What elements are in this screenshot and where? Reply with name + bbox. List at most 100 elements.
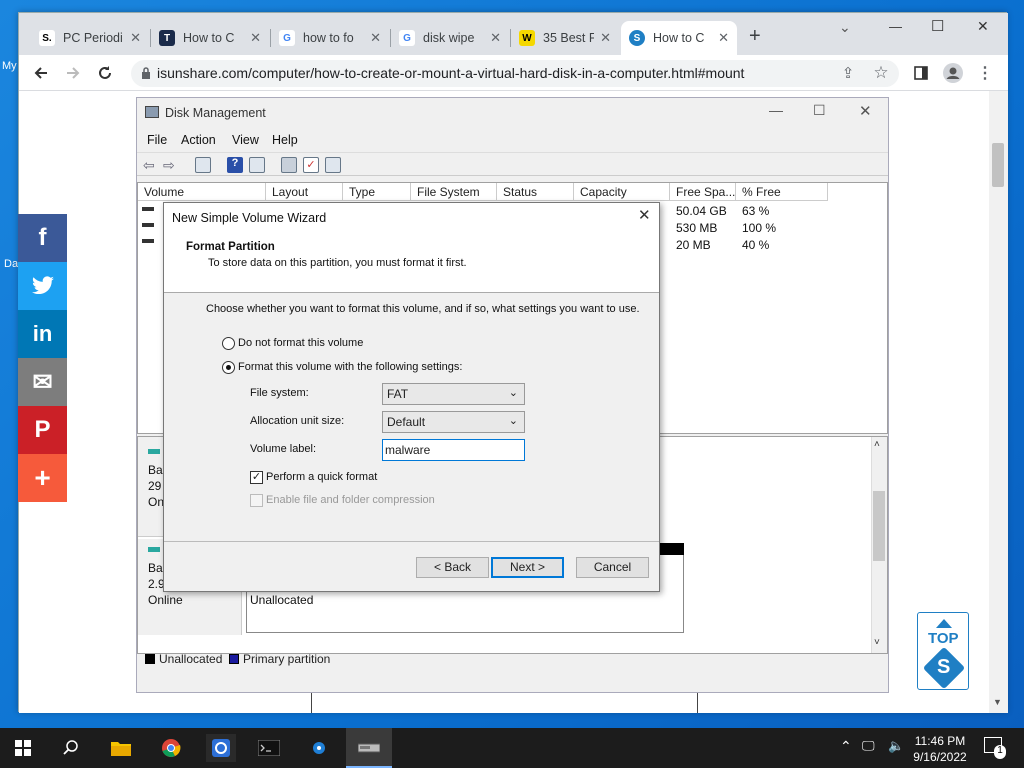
- scrollbar[interactable]: ˄ ˅: [871, 437, 887, 653]
- network-icon[interactable]: 🖵: [862, 738, 875, 754]
- start-windows-icon[interactable]: [8, 734, 38, 762]
- forward-arrow-icon[interactable]: [61, 61, 85, 85]
- cancel-button[interactable]: Cancel: [576, 557, 649, 578]
- email-share-button[interactable]: ✉: [18, 358, 67, 406]
- maximize-button[interactable]: ☐: [813, 102, 826, 119]
- close-window-button[interactable]: ✕: [977, 18, 989, 35]
- close-icon[interactable]: ✕: [490, 30, 501, 46]
- browser-tab[interactable]: S. PC Periodi ✕: [31, 21, 149, 55]
- close-icon[interactable]: ✕: [250, 30, 261, 46]
- minimize-button[interactable]: —: [769, 102, 783, 118]
- back-button[interactable]: < Back: [416, 557, 489, 578]
- unallocated-swatch: [145, 654, 155, 664]
- radio-label[interactable]: Format this volume with the following se…: [238, 361, 462, 373]
- browser-tab[interactable]: G disk wipe ✕: [391, 21, 509, 55]
- close-icon[interactable]: ✕: [130, 30, 141, 46]
- next-button[interactable]: Next >: [491, 557, 564, 578]
- reload-icon[interactable]: [93, 61, 117, 85]
- radio-do-not-format[interactable]: [222, 337, 235, 350]
- allocation-unit-select[interactable]: Default ⌄: [382, 411, 525, 433]
- pinterest-share-button[interactable]: P: [18, 406, 67, 454]
- close-icon[interactable]: ✕: [600, 30, 611, 46]
- column-header[interactable]: Volume: [138, 183, 266, 201]
- menu-kebab-icon[interactable]: ⋮: [973, 61, 997, 85]
- scroll-down-icon[interactable]: ▼: [993, 697, 1002, 707]
- app-icon[interactable]: [206, 734, 236, 762]
- column-header[interactable]: % Free: [736, 183, 828, 201]
- quick-format-checkbox[interactable]: ✓: [250, 471, 263, 484]
- column-header[interactable]: Free Spa...: [670, 183, 736, 201]
- back-arrow-icon[interactable]: [29, 61, 53, 85]
- volume-label-input[interactable]: malware: [382, 439, 525, 461]
- back-arrow-icon[interactable]: ⇦: [143, 157, 159, 173]
- compression-checkbox[interactable]: [250, 494, 263, 507]
- radio-format-volume[interactable]: [222, 361, 235, 374]
- table-cell: 100 %: [742, 221, 777, 235]
- facebook-share-button[interactable]: f: [18, 214, 67, 262]
- browser-tab[interactable]: W 35 Best Fr ✕: [511, 21, 619, 55]
- menu-view[interactable]: View: [232, 133, 259, 147]
- twitter-share-button[interactable]: t: [18, 262, 67, 310]
- url-text[interactable]: isunshare.com/computer/how-to-create-or-…: [157, 65, 744, 81]
- file-explorer-icon[interactable]: [106, 734, 136, 762]
- side-panel-icon[interactable]: [909, 61, 933, 85]
- file-system-select[interactable]: FAT ⌄: [382, 383, 525, 405]
- terminal-icon[interactable]: [254, 734, 284, 762]
- linkedin-share-button[interactable]: in: [18, 310, 67, 358]
- properties-icon[interactable]: [195, 157, 211, 173]
- checkbox-label[interactable]: Perform a quick format: [266, 471, 377, 483]
- disk-management-taskbar-icon[interactable]: [346, 728, 392, 768]
- clock-date[interactable]: 9/16/2022: [912, 750, 968, 764]
- search-icon[interactable]: [56, 734, 86, 762]
- browser-tab[interactable]: G how to fo ✕: [271, 21, 389, 55]
- tab-title: 35 Best Fr: [543, 31, 595, 45]
- list-icon[interactable]: [325, 157, 341, 173]
- more-share-button[interactable]: +: [18, 454, 67, 502]
- minimize-button[interactable]: —: [889, 19, 902, 34]
- chevron-up-icon[interactable]: ⌃: [840, 738, 852, 755]
- scroll-down-icon[interactable]: ˅: [874, 637, 880, 648]
- column-header[interactable]: Capacity: [574, 183, 670, 201]
- close-button[interactable]: ✕: [859, 102, 872, 120]
- menu-help[interactable]: Help: [272, 133, 298, 147]
- legend-label: Primary partition: [243, 652, 331, 666]
- instruction-text: Choose whether you want to format this v…: [206, 303, 640, 315]
- checkbox-label[interactable]: Enable file and folder compression: [266, 494, 435, 506]
- column-header[interactable]: File System: [411, 183, 497, 201]
- chrome-icon[interactable]: [156, 734, 186, 762]
- pinterest-icon: P: [34, 416, 51, 443]
- column-header[interactable]: Type: [343, 183, 411, 201]
- column-header[interactable]: Status: [497, 183, 574, 201]
- checkmark-icon[interactable]: ✓: [303, 157, 319, 173]
- volume-icon[interactable]: 🔈: [888, 738, 904, 754]
- disk-icon: [148, 449, 160, 454]
- browser-tab[interactable]: T How to C ✕: [151, 21, 269, 55]
- close-icon[interactable]: ✕: [638, 206, 651, 224]
- radio-label[interactable]: Do not format this volume: [238, 337, 363, 349]
- scroll-up-icon[interactable]: ˄: [874, 439, 880, 450]
- lock-icon[interactable]: [141, 67, 151, 79]
- menu-file[interactable]: File: [147, 133, 167, 147]
- clock-time[interactable]: 11:46 PM: [912, 734, 968, 748]
- forward-arrow-icon[interactable]: ⇨: [163, 157, 179, 173]
- help-icon[interactable]: ?: [227, 157, 243, 173]
- new-tab-button[interactable]: +: [749, 25, 761, 48]
- share-icon[interactable]: ⇪: [836, 61, 860, 85]
- scroll-thumb[interactable]: [873, 491, 885, 561]
- close-icon[interactable]: ✕: [718, 30, 729, 46]
- settings-app-icon[interactable]: [304, 734, 334, 762]
- column-header[interactable]: Layout: [266, 183, 343, 201]
- table-cell: 530 MB: [676, 221, 718, 235]
- bookmark-star-icon[interactable]: ☆: [869, 61, 893, 85]
- maximize-button[interactable]: ☐: [931, 17, 944, 35]
- back-to-top-button[interactable]: TOP S: [917, 612, 969, 690]
- view-icon[interactable]: [249, 157, 265, 173]
- browser-tab-active[interactable]: S How to C ✕: [621, 21, 737, 55]
- menu-action[interactable]: Action: [181, 133, 216, 147]
- scroll-thumb[interactable]: [992, 143, 1004, 187]
- disk-management-icon: [145, 106, 159, 118]
- close-icon[interactable]: ✕: [370, 30, 381, 46]
- profile-avatar-icon[interactable]: [941, 61, 965, 85]
- tab-search-icon[interactable]: ⌄: [839, 19, 851, 36]
- connect-icon[interactable]: [281, 157, 297, 173]
